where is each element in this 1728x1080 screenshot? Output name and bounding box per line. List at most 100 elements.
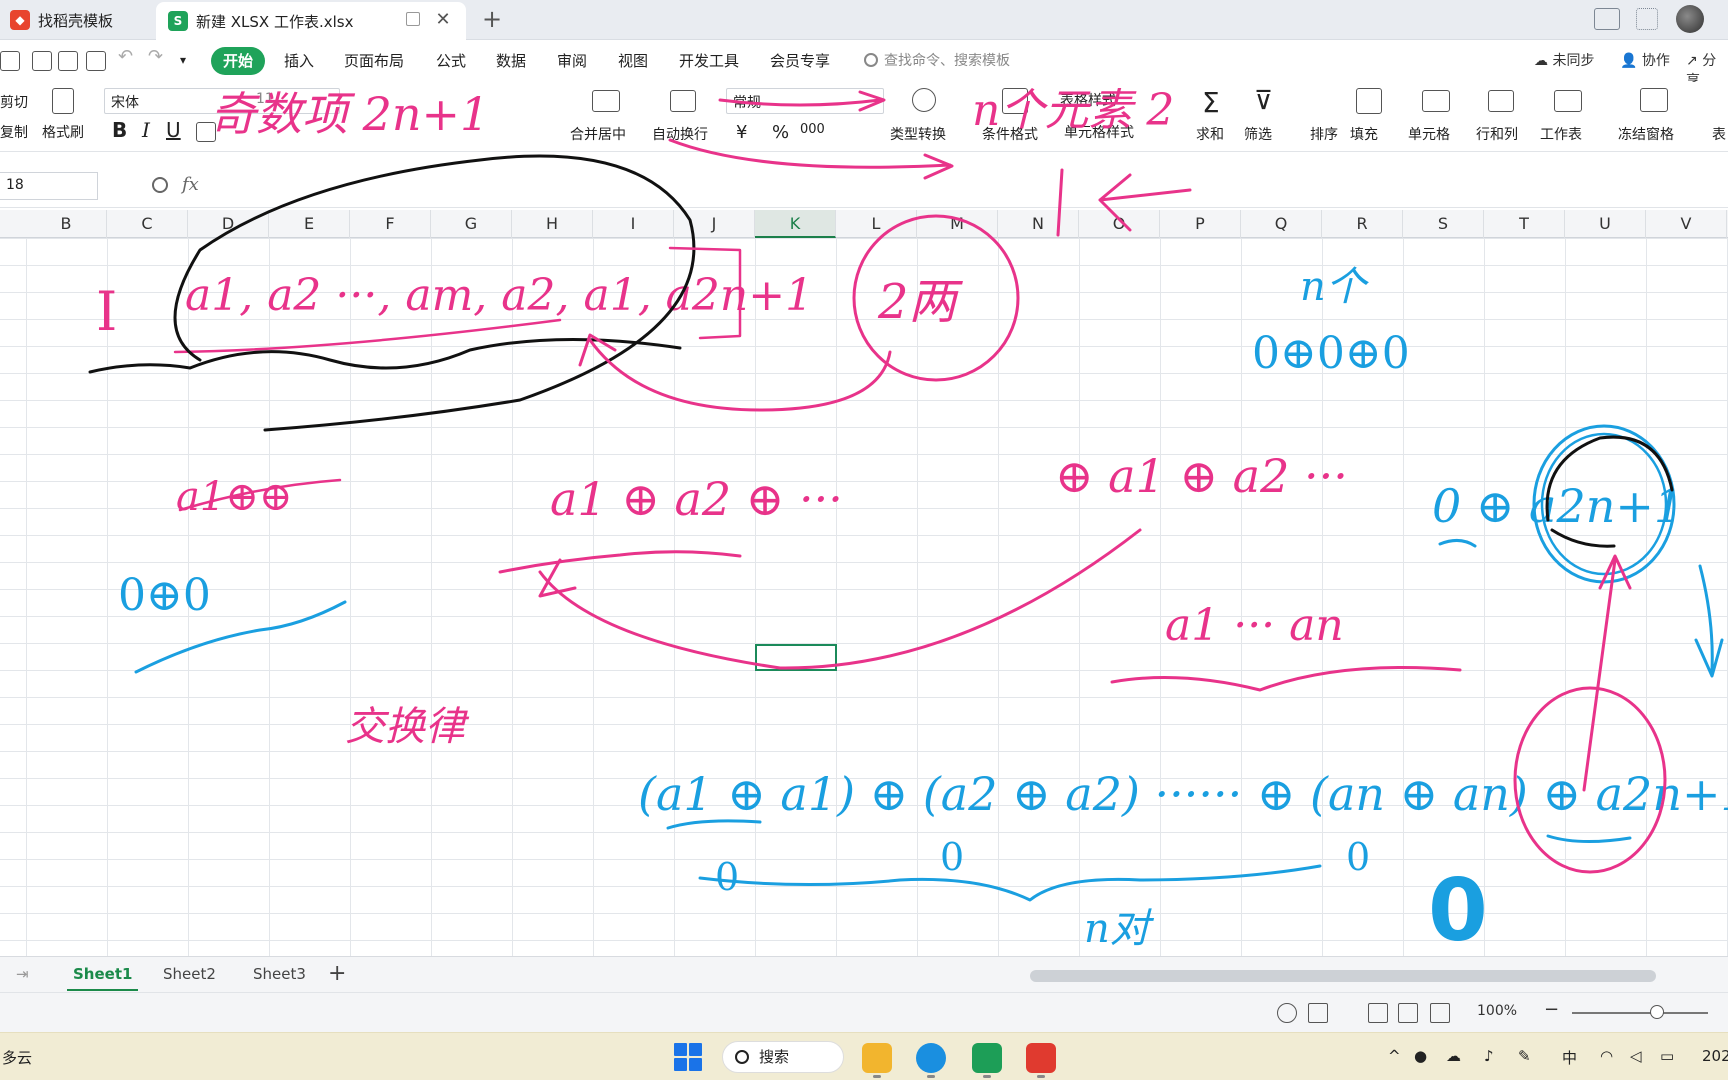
column-header-r[interactable]: R [1322,210,1403,238]
normal-view-icon[interactable] [1368,1003,1388,1023]
clock[interactable]: 202 [1702,1047,1728,1065]
conditional-format-icon[interactable] [1002,88,1028,114]
sync-status[interactable]: ☁ 未同步 [1534,50,1594,70]
collab-button[interactable]: 👤 协作 [1620,50,1670,70]
column-header-g[interactable]: G [431,210,512,238]
freeze-panes-icon[interactable] [1640,88,1668,112]
tab-workbook[interactable]: S 新建 XLSX 工作表.xlsx ✕ [156,2,466,40]
page-layout-view-icon[interactable] [1398,1003,1418,1023]
zoom-slider-knob[interactable] [1650,1005,1664,1019]
column-header-n[interactable]: N [998,210,1079,238]
menu-view[interactable]: 视图 [618,50,648,71]
page-break-view-icon[interactable] [1430,1003,1450,1023]
column-header-j[interactable]: J [674,210,755,238]
spreadsheet-grid[interactable] [0,238,1728,956]
number-format-select[interactable]: 常规 [726,88,884,114]
zoom-slider[interactable] [1572,1012,1708,1014]
column-header-i[interactable]: I [593,210,674,238]
worksheet-button[interactable]: 工作表 [1540,124,1582,144]
column-header-d[interactable]: D [188,210,269,238]
active-cell[interactable] [755,644,837,671]
table-tools-button[interactable]: 表 [1712,124,1726,144]
italic-button[interactable]: I [142,118,150,142]
merge-center-button[interactable]: 合并居中 [570,124,626,144]
window-icon[interactable] [406,12,420,26]
qq-icon[interactable]: ● [1414,1047,1427,1065]
column-header-b[interactable]: B [26,210,107,238]
column-header-p[interactable]: P [1160,210,1241,238]
convert-icon[interactable] [912,88,936,112]
currency-button[interactable]: ¥ [736,122,747,143]
column-header-o[interactable]: O [1079,210,1160,238]
menu-home[interactable]: 开始 [211,47,265,75]
edge-browser-icon[interactable] [916,1043,946,1073]
cell-icon[interactable] [1422,90,1450,112]
font-size-select[interactable]: 11 [250,88,340,114]
rows-cols-button[interactable]: 行和列 [1476,124,1518,144]
menu-developer[interactable]: 开发工具 [679,50,739,71]
microphone-icon[interactable]: ♪ [1484,1047,1494,1065]
redo-icon[interactable]: ↷ [148,46,163,67]
eye-protect-icon[interactable] [1277,1003,1297,1023]
column-header-s[interactable]: S [1403,210,1484,238]
name-box[interactable]: 18 [0,172,98,200]
save-icon[interactable] [0,51,20,71]
column-header-t[interactable]: T [1484,210,1565,238]
column-header-k[interactable]: K [755,210,836,238]
borders-icon[interactable] [196,122,216,142]
undo-icon[interactable]: ↶ [118,46,133,67]
file-explorer-icon[interactable] [862,1043,892,1073]
zoom-out-icon[interactable]: − [1544,999,1559,1020]
sheet-tab-1[interactable]: Sheet1 [66,965,139,991]
grid-apps-icon[interactable] [1636,8,1658,30]
bold-button[interactable]: B [112,118,127,142]
freeze-panes-button[interactable]: 冻结窗格 [1618,124,1674,144]
conditional-format-button[interactable]: 条件格式 [982,124,1038,144]
menu-insert[interactable]: 插入 [284,50,314,71]
column-header-f[interactable]: F [350,210,431,238]
fx-icon[interactable]: fx [182,174,199,195]
column-header-v[interactable]: V [1646,210,1727,238]
horizontal-scrollbar[interactable] [1030,970,1656,982]
column-header-e[interactable]: E [269,210,350,238]
wifi-icon[interactable]: ◠ [1600,1047,1613,1065]
worksheet-icon[interactable] [1554,90,1582,112]
rows-cols-icon[interactable] [1488,90,1514,112]
menu-review[interactable]: 审阅 [557,50,587,71]
thousands-button[interactable]: 000 [800,122,825,137]
export-icon[interactable] [32,51,52,71]
close-tab-icon[interactable]: ✕ [434,11,452,29]
cell-style-button[interactable]: 单元格样式 [1064,122,1134,142]
table-style-button[interactable]: 表格样式 [1060,90,1116,110]
menu-page-layout[interactable]: 页面布局 [344,50,404,71]
sort-button[interactable]: 排序 [1310,124,1338,144]
wps-office-icon[interactable] [1026,1043,1056,1073]
merge-center-icon[interactable] [592,90,620,112]
crosshair-icon[interactable] [1308,1003,1328,1023]
column-header-l[interactable]: L [836,210,917,238]
print-preview-icon[interactable] [86,51,106,71]
wrap-text-button[interactable]: 自动换行 [652,124,708,144]
copy-button[interactable]: 复制 [0,122,28,142]
menu-member[interactable]: 会员专享 [770,50,830,71]
cell-button[interactable]: 单元格 [1408,124,1450,144]
filter-icon[interactable]: ⊽ [1254,86,1273,116]
filter-button[interactable]: 筛选 [1244,124,1272,144]
sheet-nav-icon[interactable]: ⇥ [16,965,29,983]
sum-button[interactable]: 求和 [1196,124,1224,144]
column-header-m[interactable]: M [917,210,998,238]
type-convert-button[interactable]: 类型转换 [890,124,946,144]
zoom-level[interactable]: 100% [1477,1003,1517,1019]
new-tab-button[interactable]: + [478,6,506,34]
sheet-tab-2[interactable]: Sheet2 [163,965,216,983]
windows-start-icon[interactable] [674,1043,702,1071]
volume-icon[interactable]: ◁ [1630,1047,1642,1065]
battery-icon[interactable]: ▭ [1660,1047,1674,1065]
command-search[interactable]: 查找命令、搜索模板 [864,50,1010,70]
tray-chevron-icon[interactable]: ^ [1388,1047,1401,1065]
wrap-text-icon[interactable] [670,90,696,112]
print-icon[interactable] [58,51,78,71]
fill-icon[interactable] [1356,88,1382,114]
underline-button[interactable]: U [166,118,181,142]
column-header-h[interactable]: H [512,210,593,238]
